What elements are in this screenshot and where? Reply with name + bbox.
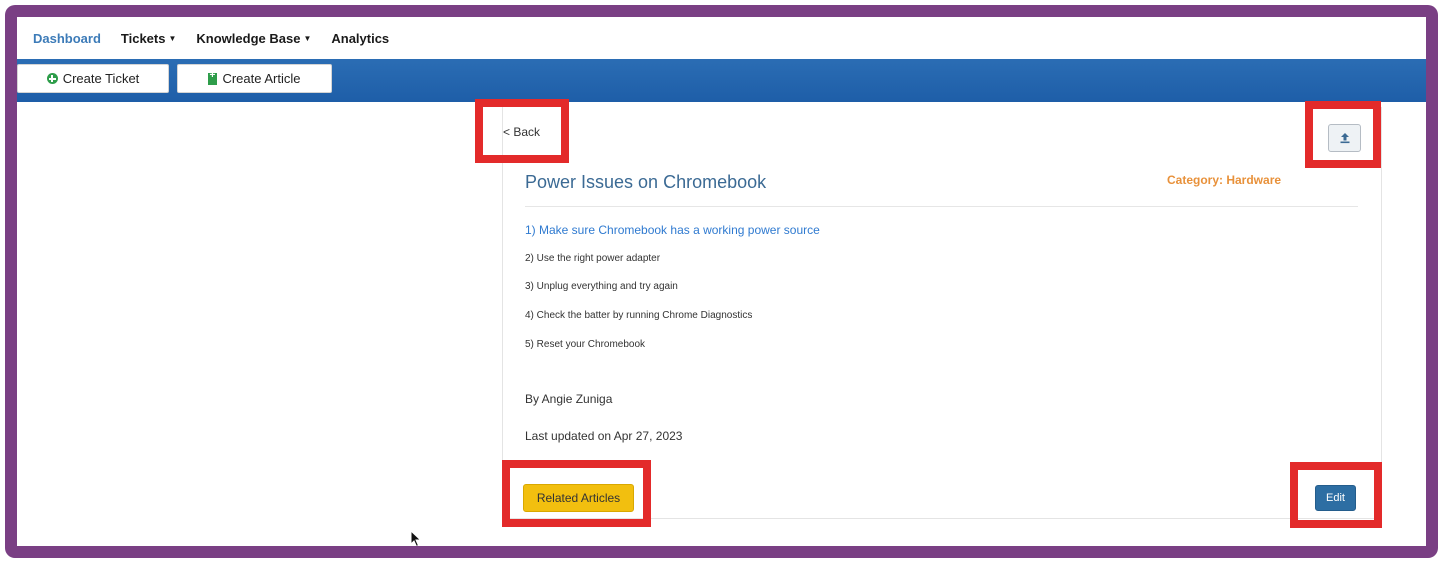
nav-analytics[interactable]: Analytics [331,31,389,46]
step-1: 1) Make sure Chromebook has a working po… [525,223,820,237]
create-article-button[interactable]: Create Article [177,64,332,93]
article-author: By Angie Zuniga [525,392,613,406]
mouse-cursor-icon [410,530,422,546]
article-category: Category: Hardware [1167,173,1282,187]
upload-icon [1340,133,1349,144]
step-2: 2) Use the right power adapter [525,253,661,264]
last-updated: Last updated on Apr 27, 2023 [525,429,683,443]
title-divider [525,206,1358,207]
action-toolbar: Create Ticket Create Article [17,59,1426,102]
nav-dashboard[interactable]: Dashboard [33,31,101,46]
upload-button[interactable] [1328,124,1361,152]
article-title: Power Issues on Chromebook [525,172,767,192]
nav-dashboard-label: Dashboard [33,30,101,46]
step-3: 3) Unplug everything and try again [525,281,678,292]
nav-tickets-label: Tickets [120,30,166,46]
nav-knowledge-base-label: Knowledge Base [196,30,301,46]
screenshot-frame: Dashboard Tickets ▼ Knowledge Base ▼ Ana… [5,5,1438,558]
app-window: Dashboard Tickets ▼ Knowledge Base ▼ Ana… [17,17,1426,546]
step-4: 4) Check the batter by running Chrome Di… [525,310,753,321]
create-ticket-button[interactable]: Create Ticket [17,64,169,93]
nav-analytics-label: Analytics [331,30,390,46]
nav-knowledge-base[interactable]: Knowledge Base ▼ [196,31,311,46]
top-navigation: Dashboard Tickets ▼ Knowledge Base ▼ Ana… [17,17,1426,59]
create-ticket-label: Create Ticket [62,71,140,86]
step-5: 5) Reset your Chromebook [525,339,646,350]
related-articles-button[interactable]: Related Articles [523,484,634,512]
edit-button[interactable]: Edit [1315,485,1356,511]
caret-down-icon: ▼ [168,33,177,43]
back-link[interactable]: < Back [503,125,540,139]
create-article-label: Create Article [222,71,301,86]
caret-down-icon: ▼ [303,33,312,43]
plus-circle-icon [46,73,58,84]
file-plus-icon [208,70,218,85]
nav-tickets[interactable]: Tickets ▼ [121,31,177,46]
